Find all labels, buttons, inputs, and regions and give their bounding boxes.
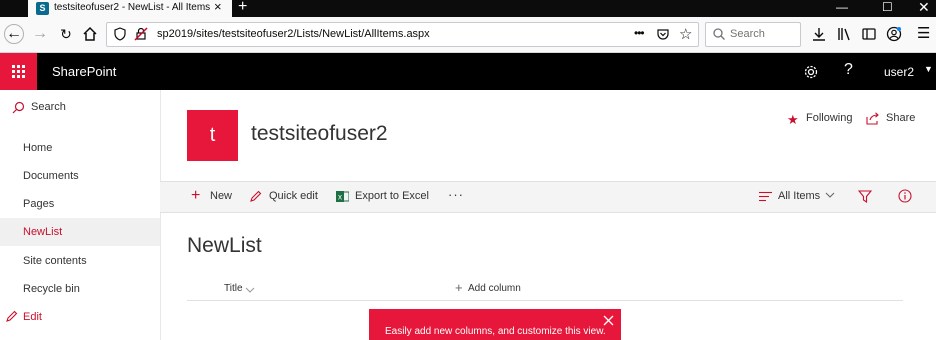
- browser-tab-strip: S testsiteofuser2 - NewList - All Items …: [0, 0, 936, 17]
- suite-bar: SharePoint ? user2 ▼: [0, 53, 936, 90]
- page-actions-icon[interactable]: •••: [634, 26, 645, 40]
- app-launcher-icon[interactable]: [0, 53, 37, 90]
- menu-icon[interactable]: ☰: [917, 24, 930, 42]
- nav-item-label: Home: [23, 142, 53, 154]
- teaching-bubble-text: Easily add new columns, and customize th…: [385, 326, 606, 337]
- sharepoint-favicon-icon: S: [36, 2, 49, 15]
- insecure-connection-icon[interactable]: [134, 27, 148, 41]
- sharepoint-brand[interactable]: SharePoint: [52, 64, 116, 79]
- close-bubble-icon[interactable]: [603, 315, 614, 326]
- forward-icon[interactable]: →: [30, 24, 50, 44]
- home-icon[interactable]: [80, 24, 100, 44]
- user-menu[interactable]: user2: [884, 65, 914, 79]
- view-options-icon[interactable]: [759, 191, 772, 202]
- pocket-icon[interactable]: [656, 27, 670, 41]
- settings-gear-icon[interactable]: [803, 64, 819, 80]
- teaching-bubble: Easily add new columns, and customize th…: [369, 309, 621, 340]
- column-chevron-down-icon[interactable]: [245, 286, 255, 294]
- quick-edit-pencil-icon[interactable]: [249, 190, 262, 203]
- bookmark-star-icon[interactable]: ☆: [679, 25, 692, 43]
- new-plus-icon[interactable]: +: [191, 188, 200, 204]
- nav-search-icon[interactable]: [12, 101, 25, 114]
- browser-tab-title: testsiteofuser2 - NewList - All Items: [54, 2, 211, 13]
- back-icon[interactable]: ←: [4, 24, 24, 44]
- library-icon[interactable]: [836, 26, 852, 42]
- filter-icon[interactable]: [858, 190, 872, 203]
- following-star-icon[interactable]: ★: [787, 112, 799, 128]
- nav-search-label[interactable]: Search: [31, 101, 66, 113]
- quick-edit-button[interactable]: Quick edit: [269, 190, 318, 202]
- close-window-icon[interactable]: ✕: [918, 0, 930, 16]
- url-text: sp2019/sites/testsiteofuser2/Lists/NewLi…: [157, 28, 430, 40]
- export-to-excel-button[interactable]: Export to Excel: [355, 190, 429, 202]
- new-tab-icon[interactable]: +: [238, 0, 247, 16]
- nav-item-site-contents[interactable]: Site contents: [0, 247, 160, 275]
- nav-item-newlist[interactable]: NewList: [0, 218, 160, 246]
- new-button[interactable]: New: [210, 190, 232, 202]
- close-tab-icon[interactable]: ×: [214, 0, 222, 14]
- nav-item-documents[interactable]: Documents: [0, 162, 160, 190]
- nav-item-label: Pages: [23, 198, 55, 210]
- browser-tab[interactable]: S testsiteofuser2 - NewList - All Items …: [28, 0, 232, 17]
- browser-toolbar: ← → ↻ sp2019/sites/testsiteofuser2/Lists…: [0, 17, 936, 53]
- nav-item-home[interactable]: Home: [0, 134, 160, 162]
- share-icon[interactable]: [866, 112, 880, 125]
- site-title[interactable]: testsiteofuser2: [251, 122, 388, 146]
- nav-item-label: Recycle bin: [23, 283, 80, 295]
- following-button[interactable]: Following: [806, 112, 852, 124]
- help-icon[interactable]: ?: [844, 61, 853, 79]
- address-bar[interactable]: sp2019/sites/testsiteofuser2/Lists/NewLi…: [106, 22, 699, 47]
- sidebar-icon[interactable]: [861, 26, 877, 42]
- edit-pencil-icon[interactable]: [5, 310, 18, 323]
- add-column-button[interactable]: Add column: [468, 283, 521, 294]
- excel-icon[interactable]: x: [336, 190, 349, 203]
- add-column-plus-icon[interactable]: +: [455, 280, 463, 295]
- list-title: NewList: [187, 234, 262, 257]
- column-header-row: Title + Add column: [187, 280, 903, 301]
- command-bar: + New Quick edit x Export to Excel ··· A…: [160, 181, 936, 213]
- svg-text:x: x: [338, 193, 342, 202]
- nav-item-label: Documents: [23, 170, 79, 182]
- search-placeholder: Search: [730, 28, 765, 40]
- tracking-shield-icon[interactable]: [113, 27, 127, 41]
- browser-search-box[interactable]: Search: [705, 22, 801, 47]
- download-icon[interactable]: [811, 26, 827, 42]
- view-selector[interactable]: All Items: [778, 190, 820, 202]
- view-chevron-down-icon[interactable]: [825, 190, 835, 200]
- nav-item-label: NewList: [23, 226, 63, 238]
- info-icon[interactable]: [898, 189, 912, 203]
- minimize-window-icon[interactable]: —: [836, 0, 848, 14]
- maximize-window-icon[interactable]: ☐: [882, 0, 893, 14]
- more-commands-icon[interactable]: ···: [448, 187, 464, 202]
- site-logo[interactable]: t: [187, 110, 238, 161]
- user-menu-chevron-icon[interactable]: ▼: [924, 64, 933, 74]
- nav-item-pages[interactable]: Pages: [0, 190, 160, 218]
- account-icon[interactable]: [886, 26, 902, 42]
- nav-item-recycle-bin[interactable]: Recycle bin: [0, 275, 160, 303]
- nav-item-label: Site contents: [23, 255, 87, 267]
- share-button[interactable]: Share: [886, 112, 915, 124]
- search-icon: [712, 27, 726, 41]
- column-header-title[interactable]: Title: [224, 283, 243, 294]
- nav-edit-link[interactable]: Edit: [23, 311, 42, 323]
- reload-icon[interactable]: ↻: [56, 24, 76, 44]
- left-navigation: Search Home Documents Pages NewList Site…: [0, 90, 161, 340]
